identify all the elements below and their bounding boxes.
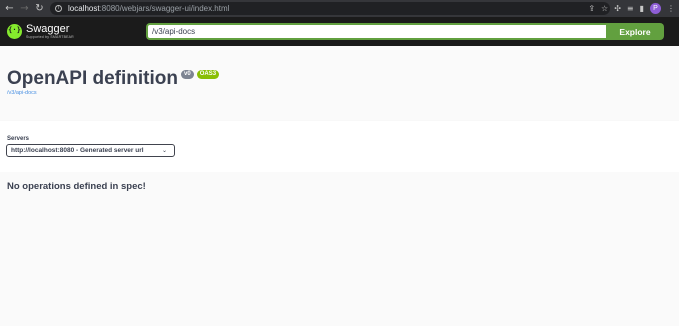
title-row: OpenAPI definition v0 OAS3	[7, 68, 220, 89]
side-panel-icon[interactable]: ▮	[640, 2, 644, 15]
forward-arrow-icon[interactable]: →	[19, 3, 30, 14]
address-host: localhost	[68, 4, 100, 13]
servers-label: Servers	[7, 136, 30, 142]
address-bar[interactable]: i localhost:8080/webjars/swagger-ui/inde…	[50, 2, 610, 15]
logo-name: Swagger	[26, 22, 70, 35]
logo-subtitle: Supported by SMARTBEAR	[26, 34, 74, 39]
site-info-icon[interactable]: i	[55, 5, 62, 12]
back-arrow-icon[interactable]: ←	[4, 3, 15, 14]
servers-section: Servers http://localhost:8080 - Generate…	[0, 121, 679, 172]
logo-text: Swagger Supported by SMARTBEAR	[26, 22, 74, 40]
browser-toolbar: ← → ↻ i localhost:8080/webjars/swagger-u…	[0, 0, 679, 17]
chevron-down-icon: ⌄	[161, 147, 167, 154]
swagger-logo-icon	[7, 24, 22, 39]
share-icon[interactable]: ⇪	[588, 2, 595, 15]
server-select[interactable]: http://localhost:8080 - Generated server…	[6, 144, 175, 157]
extensions-icon[interactable]: ✣	[614, 2, 621, 15]
version-badge: v0	[181, 70, 194, 79]
no-operations-message: No operations defined in spec!	[7, 181, 146, 192]
star-icon[interactable]: ☆	[601, 2, 608, 15]
page-title: OpenAPI definition	[7, 68, 178, 89]
explore-button[interactable]: Explore	[606, 23, 664, 40]
address-text: localhost:8080/webjars/swagger-ui/index.…	[68, 4, 229, 13]
spec-url-link[interactable]: /v3/api-docs	[7, 90, 37, 96]
spec-url-input[interactable]	[146, 23, 606, 40]
address-path: :8080/webjars/swagger-ui/index.html	[99, 4, 230, 13]
menu-icon[interactable]: ⋮	[667, 2, 675, 15]
reload-icon[interactable]: ↻	[34, 3, 45, 14]
operations-section: No operations defined in spec!	[0, 172, 679, 326]
profile-avatar[interactable]: P	[650, 3, 661, 14]
server-selected-value: http://localhost:8080 - Generated server…	[11, 147, 144, 154]
oas-badge: OAS3	[196, 70, 220, 79]
cast-icon[interactable]: ≡	[627, 2, 634, 15]
explore-form: Explore	[146, 23, 664, 40]
swagger-logo[interactable]: Swagger Supported by SMARTBEAR	[7, 22, 74, 41]
browser-actions: ⇪ ☆ ✣ ≡ ▮ P ⋮	[588, 2, 675, 15]
swagger-topbar: Swagger Supported by SMARTBEAR Explore	[0, 17, 679, 46]
info-section: OpenAPI definition v0 OAS3 /v3/api-docs	[0, 46, 679, 121]
